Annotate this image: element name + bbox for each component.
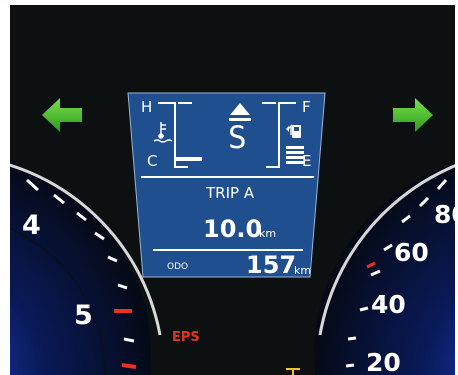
warning-indicator-icon: [286, 368, 300, 375]
temp-low-label: C: [147, 152, 158, 170]
fuel-full-label: F: [302, 98, 311, 116]
trip-value: 10.0: [203, 215, 263, 243]
speedometer: [314, 163, 455, 375]
temp-high-label: H: [141, 98, 153, 116]
instrument-cluster: H C F E S TRIP A 10.0 km ODO 157 km 4 5 …: [10, 5, 455, 375]
eps-warning-label: EPS: [172, 330, 200, 345]
gear-indicator: S: [228, 120, 247, 156]
speedometer-label-80: 80: [434, 200, 455, 229]
turn-left-icon: [42, 98, 82, 132]
tachometer-label-5: 5: [74, 300, 93, 331]
temp-level-bar: [176, 157, 202, 161]
tachometer-label-4: 4: [22, 210, 41, 241]
speedometer-label-60: 60: [394, 238, 429, 267]
speedometer-label-40: 40: [371, 290, 406, 319]
speedometer-label-20: 20: [366, 348, 401, 375]
odo-label: ODO: [167, 262, 189, 272]
odo-value: 157: [246, 251, 297, 279]
odo-unit: km: [294, 264, 312, 277]
trip-label: TRIP A: [206, 184, 255, 202]
turn-right-icon: [393, 98, 433, 132]
fuel-empty-label: E: [302, 152, 312, 170]
trip-unit: km: [259, 227, 277, 240]
screenshot-frame: H C F E S TRIP A 10.0 km ODO 157 km 4 5 …: [0, 0, 458, 375]
